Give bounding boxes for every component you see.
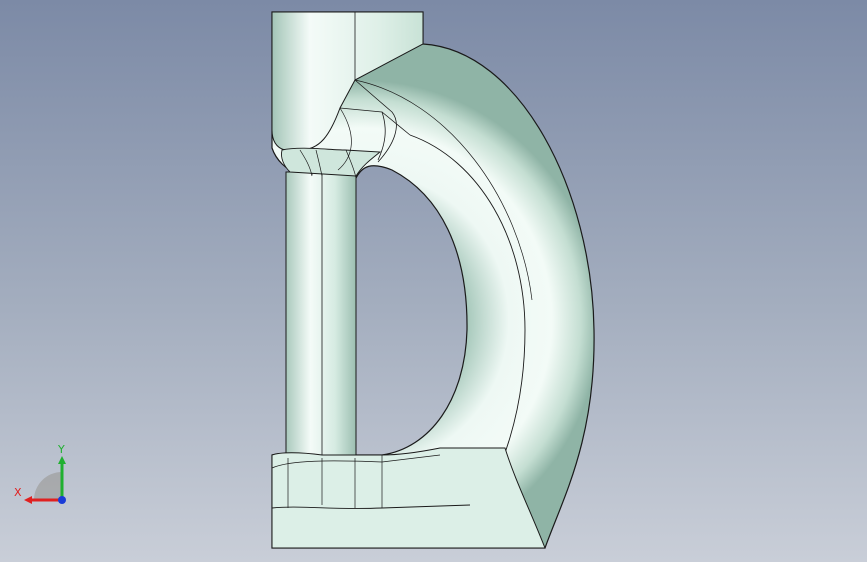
x-axis-label: X [14, 486, 22, 499]
y-axis-head-icon [58, 456, 66, 464]
model-canvas [271, 11, 595, 549]
y-axis-label: Y [57, 443, 65, 456]
neck-fillet [281, 147, 382, 177]
base-block[interactable] [271, 447, 546, 549]
cad-3d-viewport[interactable]: X Y [0, 0, 867, 562]
orientation-triad[interactable]: X Y [10, 440, 90, 520]
z-axis-icon [58, 496, 66, 504]
vertical-post[interactable] [285, 171, 357, 459]
triad-plane-icon [34, 472, 62, 500]
x-axis-head-icon [24, 496, 32, 504]
